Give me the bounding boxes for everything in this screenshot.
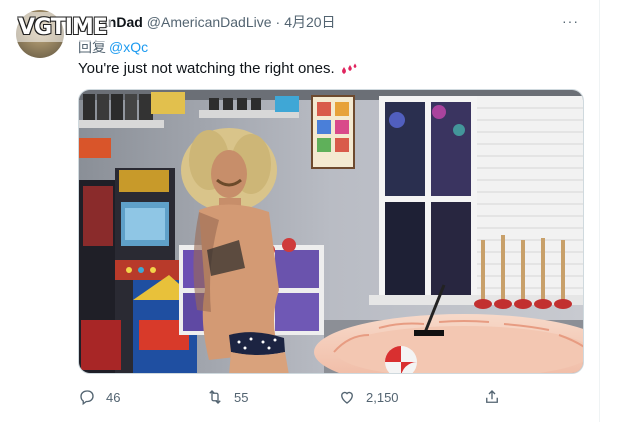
retweet-count: 55 [234, 389, 249, 405]
like-button[interactable]: 2,150 [338, 385, 399, 409]
tweet-header: anDad @AmericanDadLive · 4月20日 ··· [78, 13, 579, 31]
retweet-button[interactable]: 55 [206, 385, 248, 409]
watermark-logo: VGTIME [14, 12, 111, 42]
more-icon[interactable]: ··· [562, 13, 579, 29]
tweet-actions: 46 55 2,150 [78, 385, 508, 409]
reply-to-link[interactable]: @xQc [109, 39, 148, 55]
droplets-emoji [340, 62, 358, 76]
like-count: 2,150 [366, 389, 399, 405]
tweet-card[interactable]: VGTIME anDad @AmericanDadLive · 4月20日 ··… [0, 0, 600, 422]
tweet-text: You're just not watching the right ones. [78, 60, 335, 77]
reply-icon [80, 390, 94, 406]
reply-button[interactable]: 46 [78, 385, 120, 409]
tweet-photo[interactable] [78, 89, 584, 374]
tweet-date[interactable]: 4月20日 [284, 12, 335, 32]
share-icon [486, 390, 498, 403]
tweet-body: You're just not watching the right ones. [78, 60, 358, 77]
share-button[interactable] [483, 385, 501, 409]
retweet-icon [209, 390, 221, 404]
user-handle[interactable]: @AmericanDadLive [147, 14, 272, 30]
separator-dot: · [275, 14, 281, 30]
heart-icon [341, 391, 353, 404]
reply-count: 46 [106, 389, 121, 405]
